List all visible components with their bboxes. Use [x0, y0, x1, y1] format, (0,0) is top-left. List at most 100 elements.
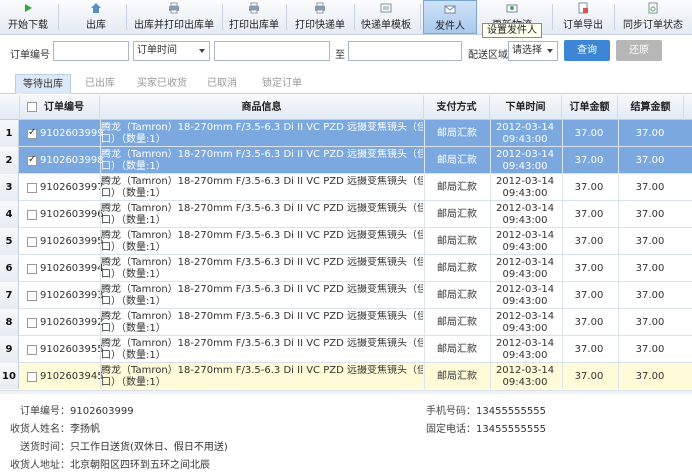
printer-icon [314, 2, 326, 14]
amount-cell: 37.00 [574, 155, 604, 166]
select-all-checkbox[interactable] [27, 102, 37, 112]
detail-phone: 固定电话：13455555555 [426, 424, 546, 435]
table-row[interactable]: 2 9102603998腾龙（Tamron）18-270mm F/3.5-6.3 … [0, 147, 692, 174]
row-checkbox[interactable] [27, 154, 37, 166]
column-divider [618, 120, 619, 389]
row-number: 5 [0, 228, 19, 255]
header-amount[interactable]: 订单金额 [562, 95, 618, 120]
end-date-input[interactable] [348, 41, 462, 61]
payment-cell: 邮局汇款 [437, 263, 477, 274]
column-divider [424, 120, 425, 389]
payment-cell: 邮局汇款 [437, 317, 477, 328]
settle-cell: 37.00 [635, 371, 665, 382]
start-download-button[interactable]: 开始下载 [4, 0, 52, 34]
order-no-cell: 9102603996 [40, 209, 104, 220]
row-checkbox[interactable] [27, 237, 37, 247]
row-checkbox[interactable] [27, 210, 37, 220]
tab-locked[interactable]: 锁定订单 [254, 74, 310, 94]
orders-table: 订单编号 商品信息 支付方式 下单时间 订单金额 结算金额 1 910260399… [0, 95, 692, 389]
header-order-time[interactable]: 下单时间 [490, 95, 562, 120]
row-number: 7 [0, 282, 19, 309]
tab-awaiting-outbound[interactable]: 等待出库 [15, 74, 71, 94]
template-icon [380, 2, 392, 14]
product-cell: 腾龙（Tamron）18-270mm F/3.5-6.3 Di II VC PZ… [101, 176, 423, 199]
settle-cell: 37.00 [635, 128, 665, 139]
row-number: 8 [0, 309, 19, 336]
row-checkbox[interactable] [27, 127, 37, 139]
detail-order-no: 订单编号：9102603999 [20, 406, 134, 417]
column-divider [562, 120, 563, 389]
outbound-print-button[interactable]: 出库并打印出库单 [132, 0, 216, 34]
tab-buyer-received[interactable]: 买家已收货 [130, 74, 194, 94]
table-row[interactable]: 10 9102603945 腾龙（Tamron）18-270mm F/3.5-6.3… [0, 363, 692, 389]
detail-delivery-time: 送货时间：只工作日送货(双休日、假日不用送) [20, 442, 228, 453]
row-number: 9 [0, 336, 19, 363]
order-time-cell: 2012-03-14 09:43:00 [495, 257, 555, 280]
table-row[interactable]: 7 9102603993 腾龙（Tamron）18-270mm F/3.5-6.3 … [0, 282, 692, 309]
product-cell: 腾龙（Tamron）18-270mm F/3.5-6.3 Di II VC PZ… [101, 203, 423, 226]
header-rownum [0, 95, 20, 120]
tab-outbound[interactable]: 已出库 [78, 74, 122, 94]
play-icon [22, 2, 34, 14]
express-template-button[interactable]: 快递单模板 [358, 0, 414, 34]
header-order-no[interactable]: 订单编号 [44, 95, 84, 120]
order-no-cell: 9102603955 [40, 344, 104, 355]
amount-cell: 37.00 [574, 236, 604, 247]
header-payment[interactable]: 支付方式 [424, 95, 490, 120]
amount-cell: 37.00 [574, 128, 604, 139]
order-no-cell: 9102603945 [40, 371, 104, 382]
region-label: 配送区域 [468, 50, 508, 61]
row-checkbox[interactable] [27, 291, 37, 301]
order-no-input[interactable] [53, 41, 129, 61]
table-row[interactable]: 6 9102603994 腾龙（Tamron）18-270mm F/3.5-6.3 … [0, 255, 692, 282]
time-select[interactable]: 订单时间 [133, 41, 210, 61]
settle-cell: 37.00 [635, 155, 665, 166]
amount-cell: 37.00 [574, 371, 604, 382]
sync-order-status-button[interactable]: 同步订单状态 [620, 0, 686, 34]
table-row[interactable]: 3 9102603997 腾龙（Tamron）18-270mm F/3.5-6.3 … [0, 174, 692, 201]
settle-cell: 37.00 [635, 236, 665, 247]
chevron-down-icon [547, 49, 553, 53]
outbound-button[interactable]: 出库 [76, 0, 116, 34]
payment-cell: 邮局汇款 [437, 290, 477, 301]
tab-cancelled[interactable]: 已取消 [200, 74, 244, 94]
reset-button[interactable]: 还原 [616, 40, 662, 61]
splitter-handle[interactable] [0, 390, 692, 394]
printer-icon [248, 2, 260, 14]
order-export-button[interactable]: 订单导出 [558, 0, 608, 34]
row-number: 1 [0, 120, 19, 147]
row-number: 6 [0, 255, 19, 282]
settle-cell: 37.00 [635, 344, 665, 355]
product-cell: 腾龙（Tamron）18-270mm F/3.5-6.3 Di II VC PZ… [101, 284, 423, 307]
table-row[interactable]: 1 9102603999腾龙（Tamron）18-270mm F/3.5-6.3 … [0, 120, 692, 147]
product-cell: 腾龙（Tamron）18-270mm F/3.5-6.3 Di II VC PZ… [101, 122, 423, 145]
print-outbound-slip-button[interactable]: 打印出库单 [226, 0, 282, 34]
start-date-input[interactable] [214, 41, 330, 61]
order-time-cell: 2012-03-14 09:43:00 [495, 203, 555, 226]
sender-icon [444, 3, 456, 15]
sender-button[interactable]: 发件人 [423, 0, 477, 34]
row-checkbox[interactable] [27, 345, 37, 355]
print-outbound-icon [168, 2, 180, 14]
row-checkbox[interactable] [27, 183, 37, 193]
table-row[interactable]: 5 9102603995 腾龙（Tamron）18-270mm F/3.5-6.3 … [0, 228, 692, 255]
table-row[interactable]: 8 9102603992 腾龙（Tamron）18-270mm F/3.5-6.3 … [0, 309, 692, 336]
amount-cell: 37.00 [574, 317, 604, 328]
header-settle[interactable]: 结算金额 [618, 95, 684, 120]
row-checkbox[interactable] [27, 372, 37, 382]
row-checkbox[interactable] [27, 318, 37, 328]
table-row[interactable]: 9 9102603955 腾龙（Tamron）18-270mm F/3.5-6.3 … [0, 336, 692, 363]
query-button[interactable]: 查询 [564, 40, 610, 61]
payment-cell: 邮局汇款 [437, 182, 477, 193]
header-product[interactable]: 商品信息 [100, 95, 424, 120]
region-select[interactable]: 请选择 [508, 41, 558, 61]
row-number: 10 [0, 363, 19, 389]
print-express-slip-button[interactable]: 打印快递单 [292, 0, 348, 34]
table-row[interactable]: 4 9102603996 腾龙（Tamron）18-270mm F/3.5-6.3 … [0, 201, 692, 228]
detail-mobile: 手机号码：13455555555 [426, 406, 546, 417]
column-divider [100, 120, 101, 389]
order-no-cell: 9102603992 [40, 317, 104, 328]
amount-cell: 37.00 [574, 209, 604, 220]
row-checkbox[interactable] [27, 264, 37, 274]
payment-cell: 邮局汇款 [437, 371, 477, 382]
